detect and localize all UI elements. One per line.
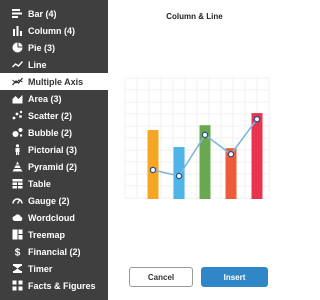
sidebar-item-label: Wordcloud	[28, 212, 75, 223]
sidebar-item-treemap[interactable]: Treemap	[0, 226, 108, 243]
sidebar-item-multiple-axis[interactable]: Multiple Axis	[0, 73, 108, 90]
chart-bar	[251, 113, 263, 199]
sidebar-item-gauge-2[interactable]: Gauge (2)	[0, 192, 108, 209]
sidebar-item-label: Column (4)	[28, 25, 75, 36]
chart-point	[253, 115, 261, 123]
area-chart-icon	[11, 93, 23, 105]
sidebar-item-timer[interactable]: Timer	[0, 260, 108, 277]
sidebar-item-label: Gauge (2)	[28, 195, 70, 206]
sidebar-item-wordcloud[interactable]: Wordcloud	[0, 209, 108, 226]
preview-panel: Column & Line Cancel Insert	[108, 0, 281, 300]
sidebar-item-label: Bubble (2)	[28, 127, 72, 138]
sidebar-item-label: Pictorial (3)	[28, 144, 78, 155]
bubble-chart-icon	[11, 127, 23, 139]
chart-svg	[124, 77, 270, 199]
sidebar-item-label: Facts & Figures	[28, 280, 96, 291]
gauge-icon	[11, 195, 23, 207]
sidebar-item-label: Pyramid (2)	[28, 161, 78, 172]
sidebar-item-label: Bar (4)	[28, 8, 57, 19]
chart-point	[227, 150, 235, 158]
column-chart-icon	[11, 25, 23, 37]
sidebar-item-area-3[interactable]: Area (3)	[0, 90, 108, 107]
sidebar-item-financial-2[interactable]: $ Financial (2)	[0, 243, 108, 260]
chart-preview	[108, 0, 281, 205]
insert-button[interactable]: Insert	[201, 267, 268, 287]
sidebar-item-pie-3[interactable]: Pie (3)	[0, 39, 108, 56]
sidebar-item-label: Pie (3)	[28, 42, 56, 53]
sidebar-item-scatter-2[interactable]: Scatter (2)	[0, 107, 108, 124]
chart-point	[201, 131, 209, 139]
sidebar-item-label: Multiple Axis	[28, 76, 84, 87]
sidebar-item-label: Financial (2)	[28, 246, 81, 257]
wordcloud-icon	[11, 212, 23, 224]
dollar-icon: $	[11, 246, 23, 258]
sidebar-item-table[interactable]: Table	[0, 175, 108, 192]
multiple-axis-icon	[11, 76, 23, 88]
table-icon	[11, 178, 23, 190]
sidebar-item-label: Treemap	[28, 229, 66, 240]
sidebar-item-pyramid-2[interactable]: Pyramid (2)	[0, 158, 108, 175]
sidebar-item-label: Area (3)	[28, 93, 62, 104]
sidebar-item-bar-4[interactable]: Bar (4)	[0, 5, 108, 22]
pictorial-chart-icon	[11, 144, 23, 156]
cancel-button[interactable]: Cancel	[129, 267, 193, 287]
line-chart-icon	[11, 59, 23, 71]
pyramid-chart-icon	[11, 161, 23, 173]
sidebar-item-pictorial-3[interactable]: Pictorial (3)	[0, 141, 108, 158]
scatter-chart-icon	[11, 110, 23, 122]
bar-chart-icon	[11, 8, 23, 20]
chart-point	[149, 166, 157, 174]
sidebar-item-label: Line	[28, 59, 47, 70]
facts-figures-icon	[11, 280, 23, 292]
chart-bar	[147, 130, 159, 199]
timer-icon	[11, 263, 23, 275]
pie-chart-icon	[11, 42, 23, 54]
sidebar-item-bubble-2[interactable]: Bubble (2)	[0, 124, 108, 141]
sidebar-item-label: Scatter (2)	[28, 110, 73, 121]
chart-point	[175, 172, 183, 180]
sidebar-item-facts-figures[interactable]: Facts & Figures	[0, 277, 108, 294]
sidebar-item-label: Table	[28, 178, 51, 189]
chart-type-sidebar: Bar (4) Column (4) Pie (3) Line Multiple Axi…	[0, 0, 108, 300]
sidebar-item-label: Timer	[28, 263, 53, 274]
svg-text:$: $	[14, 248, 20, 258]
sidebar-item-column-4[interactable]: Column (4)	[0, 22, 108, 39]
sidebar-item-line[interactable]: Line	[0, 56, 108, 73]
treemap-icon	[11, 229, 23, 241]
